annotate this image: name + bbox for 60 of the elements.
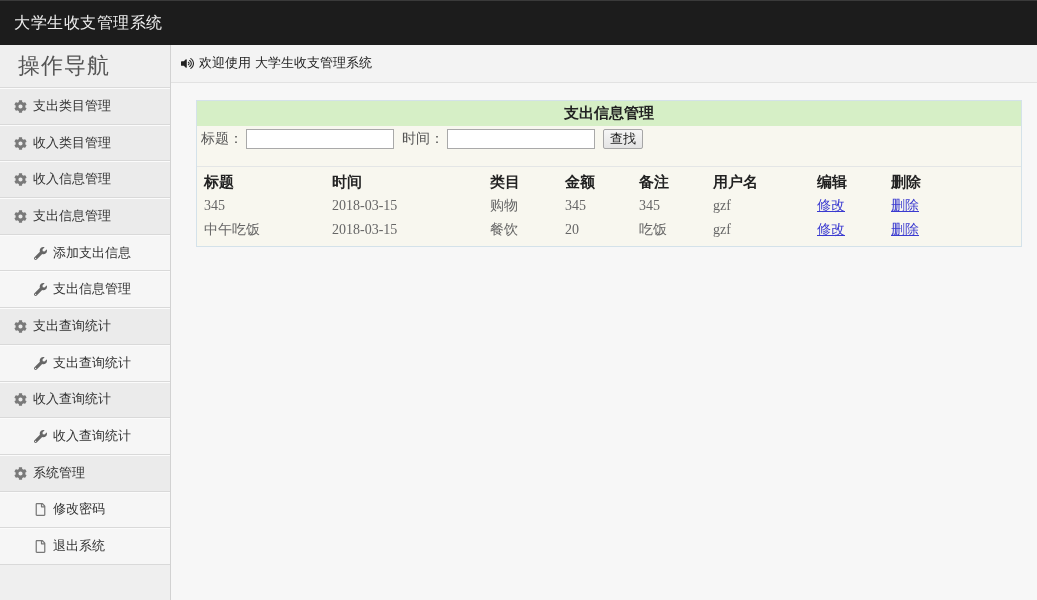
gear-icon [14, 319, 27, 333]
gear-icon [14, 173, 27, 187]
gear-icon [14, 209, 27, 223]
nav-group-item[interactable]: 支出信息管理 [0, 198, 170, 235]
column-header: 备注 [638, 172, 670, 192]
column-header: 用户名 [712, 172, 759, 192]
gear-icon [14, 99, 27, 113]
table-link[interactable]: 修改 [817, 198, 845, 213]
gear-icon [14, 393, 27, 407]
nav-sub-item[interactable]: 支出信息管理 [0, 271, 170, 309]
nav-group-item[interactable]: 收入查询统计 [0, 381, 170, 419]
field-label: 时间： [402, 130, 444, 148]
nav-sub-item[interactable]: 添加支出信息 [0, 234, 170, 272]
speaker-icon [181, 57, 194, 70]
field-label: 标题： [201, 130, 243, 148]
table-cell: 20 [565, 222, 579, 237]
nav-group-item[interactable]: 支出查询统计 [0, 308, 170, 345]
wrench-icon [34, 356, 47, 370]
column-header: 标题 [202, 172, 235, 192]
table-link[interactable]: 删除 [891, 198, 919, 213]
wrench-icon [34, 246, 47, 260]
sidebar-title: 操作导航 [18, 52, 110, 80]
table-cell: gzf [713, 222, 731, 237]
app-title: 大学生收支管理系统 [14, 12, 163, 34]
panel-title: 支出信息管理 [564, 104, 654, 123]
table-cell: gzf [713, 198, 731, 213]
nav-group-item[interactable]: 收入类目管理 [0, 124, 170, 162]
wrench-icon [34, 283, 47, 297]
nav-group-item[interactable]: 收入信息管理 [0, 161, 170, 199]
gear-icon [14, 136, 27, 150]
table-cell: 2018-03-15 [332, 198, 398, 213]
nav-sub-item[interactable]: 退出系统 [0, 528, 170, 565]
nav-group-item[interactable]: 支出类目管理 [0, 88, 170, 125]
table-link[interactable]: 修改 [817, 222, 845, 237]
table-link[interactable]: 删除 [891, 222, 919, 237]
table-cell: 餐饮 [490, 222, 518, 237]
nav-sub-item[interactable]: 修改密码 [0, 491, 170, 529]
nav-group-item[interactable]: 系统管理 [0, 454, 170, 492]
column-header: 金额 [564, 172, 596, 192]
table-cell: 345 [565, 198, 586, 213]
search-button[interactable]: 查找 [603, 129, 643, 149]
table-cell: 吃饭 [639, 222, 667, 237]
table-cell: 购物 [490, 198, 518, 213]
table-cell: 345 [204, 198, 225, 213]
column-header: 时间 [331, 172, 363, 192]
table-cell: 中午吃饭 [204, 222, 260, 237]
file-icon [34, 503, 47, 517]
welcome-text: 欢迎使用 大学生收支管理系统 [199, 55, 372, 72]
nav-sub-item[interactable]: 支出查询统计 [0, 344, 170, 382]
column-header: 删除 [890, 172, 922, 192]
column-header: 类目 [489, 172, 521, 192]
column-header: 编辑 [816, 172, 848, 192]
table-cell: 2018-03-15 [332, 222, 398, 237]
wrench-icon [34, 430, 47, 444]
table-cell: 345 [639, 198, 660, 213]
file-icon [34, 540, 47, 554]
input-field[interactable] [246, 129, 394, 149]
input-field[interactable] [447, 129, 595, 149]
nav-sub-item[interactable]: 收入查询统计 [0, 418, 170, 455]
gear-icon [14, 466, 27, 480]
